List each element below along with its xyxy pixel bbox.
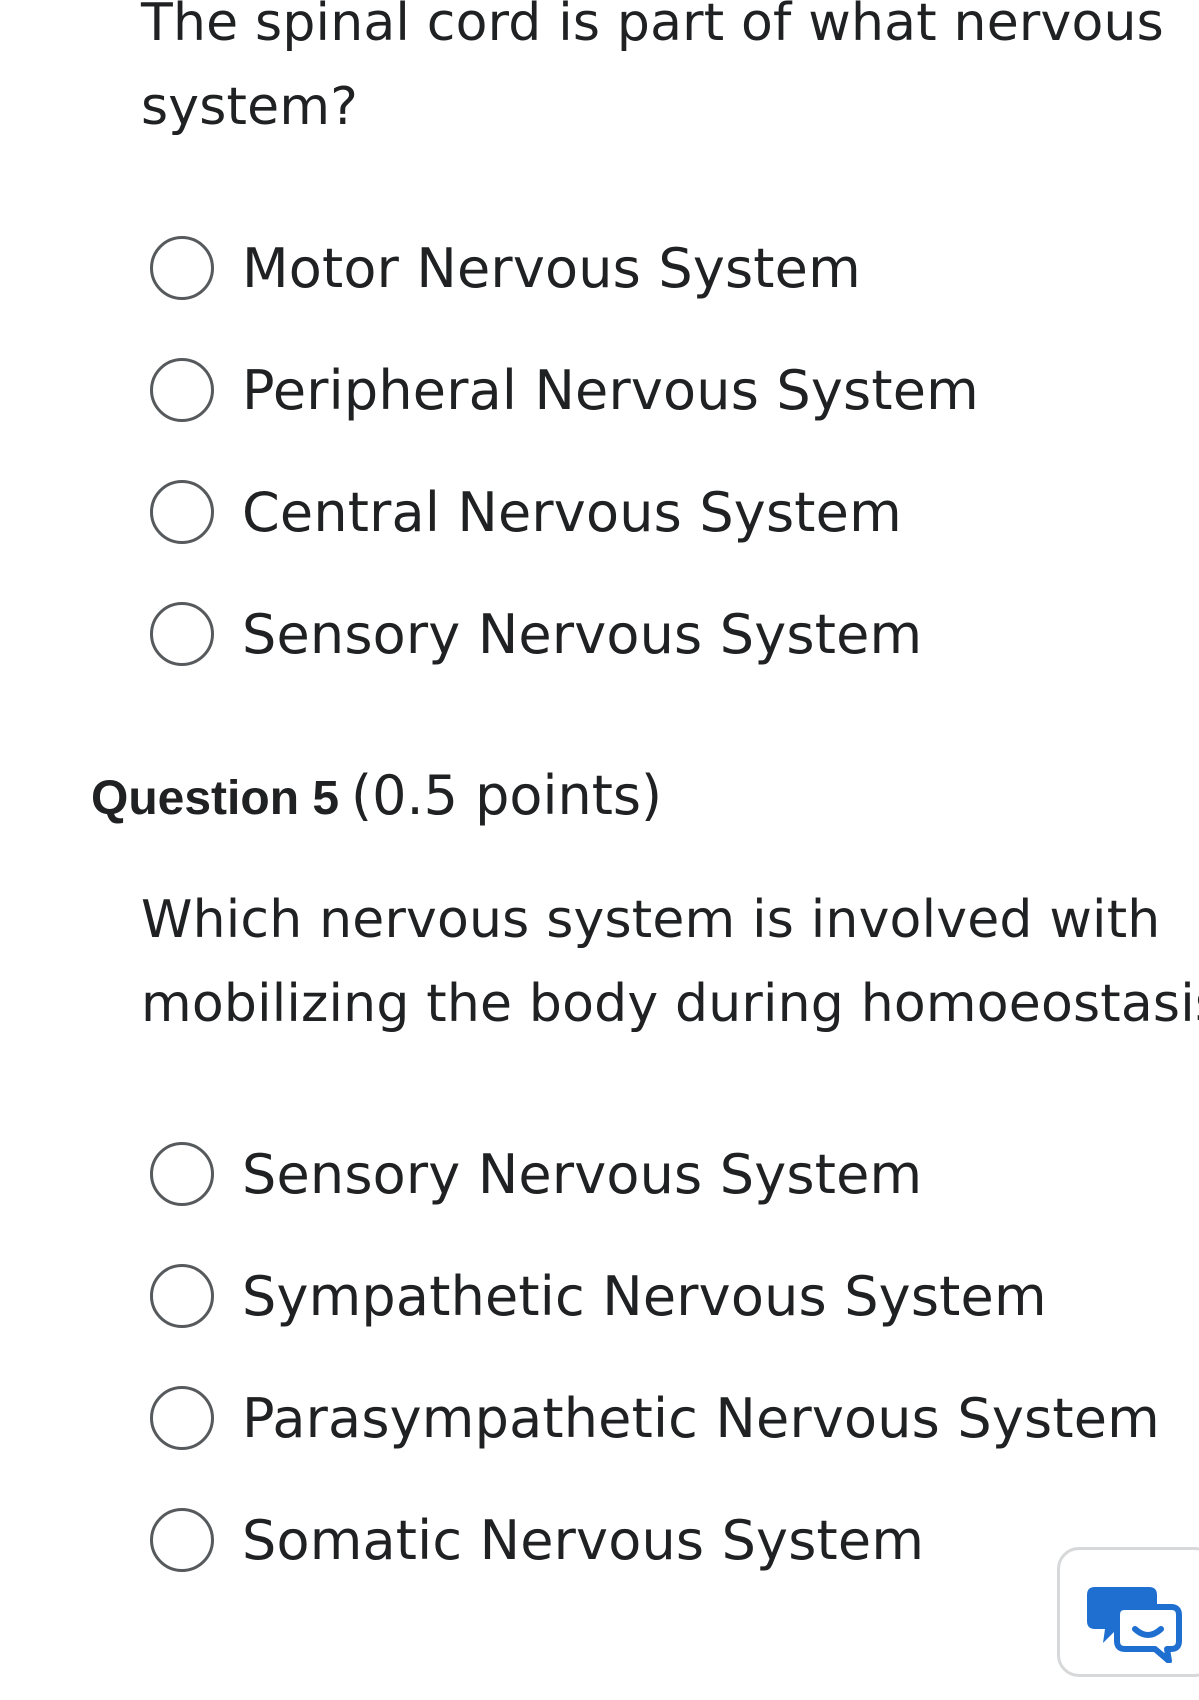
- q5-option-sympathetic[interactable]: Sympathetic Nervous System: [150, 1258, 1047, 1334]
- option-label: Peripheral Nervous System: [242, 358, 979, 422]
- q4-option-central[interactable]: Central Nervous System: [150, 474, 902, 550]
- radio-button[interactable]: [150, 358, 214, 422]
- q4-option-motor[interactable]: Motor Nervous System: [150, 230, 861, 306]
- q5-option-somatic[interactable]: Somatic Nervous System: [150, 1502, 924, 1578]
- question-5-prompt: Which nervous system is involved with mo…: [141, 878, 1199, 1046]
- question-4-prompt-line-1: The spinal cord is part of what nervous: [141, 0, 1164, 53]
- q4-option-peripheral[interactable]: Peripheral Nervous System: [150, 352, 979, 428]
- question-5-title: Question 5: [91, 772, 340, 825]
- question-5-header: Question 5 (0.5 points): [91, 764, 662, 834]
- question-5-prompt-line-1: Which nervous system is involved with: [141, 890, 1161, 950]
- q5-option-sensory[interactable]: Sensory Nervous System: [150, 1136, 922, 1212]
- question-5-points: (0.5 points): [351, 764, 663, 827]
- option-label: Sensory Nervous System: [242, 602, 923, 666]
- option-label: Parasympathetic Nervous System: [242, 1386, 1160, 1450]
- question-4-prompt: The spinal cord is part of what nervous …: [141, 0, 1164, 149]
- radio-button[interactable]: [150, 602, 214, 666]
- radio-button[interactable]: [150, 1264, 214, 1328]
- radio-button[interactable]: [150, 1386, 214, 1450]
- option-label: Sensory Nervous System: [242, 1142, 923, 1206]
- q4-option-sensory[interactable]: Sensory Nervous System: [150, 596, 922, 672]
- radio-button[interactable]: [150, 480, 214, 544]
- question-4-prompt-line-2: system?: [141, 77, 358, 137]
- q5-option-parasympathetic[interactable]: Parasympathetic Nervous System: [150, 1380, 1160, 1456]
- option-label: Motor Nervous System: [242, 236, 861, 300]
- chat-bubble-icon: [1087, 1587, 1182, 1663]
- option-label: Somatic Nervous System: [242, 1508, 925, 1572]
- radio-button[interactable]: [150, 1142, 214, 1206]
- option-label: Central Nervous System: [242, 480, 902, 544]
- radio-button[interactable]: [150, 1508, 214, 1572]
- chat-widget-button[interactable]: [1057, 1547, 1199, 1677]
- radio-button[interactable]: [150, 236, 214, 300]
- option-label: Sympathetic Nervous System: [242, 1264, 1047, 1328]
- question-5-prompt-line-2: mobilizing the body during homoeostasis?: [141, 974, 1199, 1034]
